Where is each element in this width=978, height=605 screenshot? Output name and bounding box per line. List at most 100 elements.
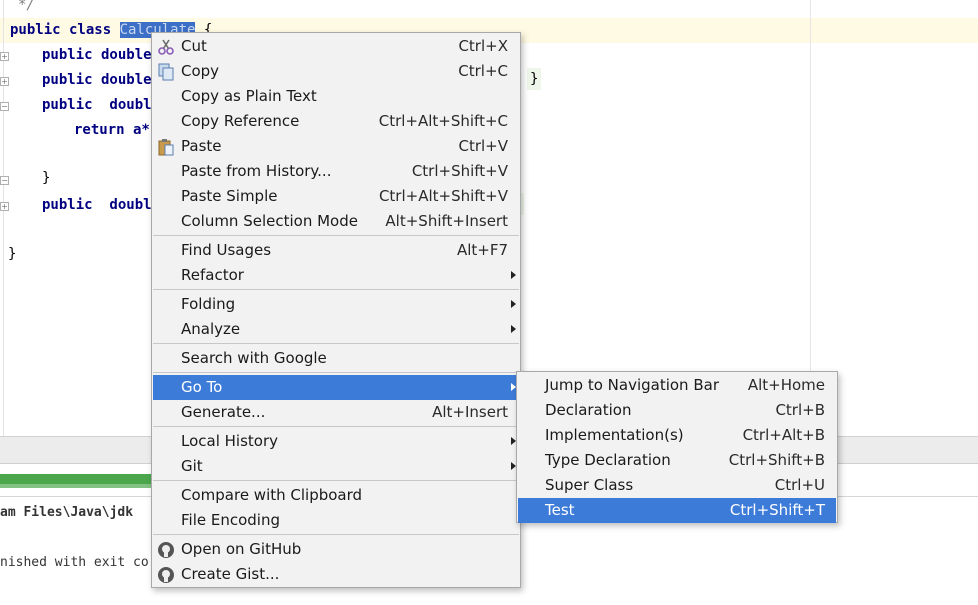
menu-shortcut: Alt+Insert [432, 403, 508, 421]
menu-shortcut: Ctrl+Alt+Shift+C [378, 112, 508, 130]
menu-label: Open on GitHub [181, 540, 302, 558]
menu-label: Copy [181, 62, 220, 80]
menu-label: Folding [181, 295, 236, 313]
menu-label: Cut [181, 37, 207, 55]
menu-label: Declaration [545, 401, 632, 419]
menu-item-column-selection-mode[interactable]: Column Selection Mode Alt+Shift+Insert [153, 209, 519, 234]
submenu-arrow-icon [511, 325, 516, 333]
menu-label: Copy Reference [181, 112, 300, 130]
menu-separator [153, 480, 519, 481]
code-line-method-1[interactable]: public double [42, 47, 152, 63]
menu-item-copy-reference[interactable]: Copy Reference Ctrl+Alt+Shift+C [153, 109, 519, 134]
menu-shortcut: Ctrl+V [458, 137, 508, 155]
menu-item-search-with-google[interactable]: Search with Google [153, 346, 519, 371]
submenu-arrow-icon [511, 300, 516, 308]
menu-item-copy[interactable]: Copy Ctrl+C [153, 59, 519, 84]
menu-item-copy-plain-text[interactable]: Copy as Plain Text [153, 84, 519, 109]
menu-item-cut[interactable]: Cut Ctrl+X [153, 34, 519, 59]
code-line-close-class: } [8, 246, 17, 262]
menu-item-generate[interactable]: Generate... Alt+Insert [153, 400, 519, 425]
menu-label: Jump to Navigation Bar [545, 376, 719, 394]
console-path-line: am Files\Java\jdk [0, 505, 134, 520]
submenu-item-super-class[interactable]: Super Class Ctrl+U [518, 473, 836, 498]
menu-item-git[interactable]: Git [153, 454, 519, 479]
menu-separator [153, 343, 519, 344]
code-line-close-method: } [42, 170, 51, 186]
menu-item-local-history[interactable]: Local History [153, 429, 519, 454]
closing-brace-highlight: } [527, 68, 541, 90]
copy-icon [158, 63, 174, 81]
menu-shortcut: Ctrl+Shift+B [728, 451, 825, 469]
menu-item-go-to[interactable]: Go To [153, 375, 519, 400]
menu-label: Paste Simple [181, 187, 278, 205]
menu-item-create-gist[interactable]: Create Gist... [153, 562, 519, 587]
paste-icon [158, 139, 174, 156]
menu-label: Implementation(s) [545, 426, 684, 444]
menu-label: Test [545, 501, 575, 519]
menu-label: Find Usages [181, 241, 272, 259]
menu-shortcut: Ctrl+Shift+V [411, 162, 508, 180]
goto-submenu: Jump to Navigation Bar Alt+Home Declarat… [516, 371, 838, 523]
menu-label: Compare with Clipboard [181, 486, 363, 504]
submenu-item-test[interactable]: Test Ctrl+Shift+T [518, 498, 836, 523]
fold-toggle-icon[interactable]: + [0, 77, 9, 86]
menu-separator [153, 235, 519, 236]
console-exit-line: nished with exit co [0, 555, 149, 570]
submenu-item-declaration[interactable]: Declaration Ctrl+B [518, 398, 836, 423]
menu-shortcut: Ctrl+Alt+Shift+V [378, 187, 508, 205]
menu-label: Type Declaration [545, 451, 671, 469]
menu-item-paste-simple[interactable]: Paste Simple Ctrl+Alt+Shift+V [153, 184, 519, 209]
code-line-method-2[interactable]: public double [42, 72, 152, 88]
code-comment-end: */ [18, 0, 35, 13]
menu-label: Column Selection Mode [181, 212, 358, 230]
menu-label: Git [181, 457, 203, 475]
class-keyword: public class [10, 22, 120, 38]
fold-toggle-icon[interactable]: + [0, 202, 9, 211]
fold-toggle-icon[interactable]: − [0, 176, 9, 185]
code-line-return[interactable]: return a* [74, 122, 150, 138]
menu-label: File Encoding [181, 511, 280, 529]
menu-item-analyze[interactable]: Analyze [153, 317, 519, 342]
menu-shortcut: Alt+Home [747, 376, 825, 394]
menu-shortcut: Ctrl+Shift+T [729, 501, 825, 519]
menu-item-paste-from-history[interactable]: Paste from History... Ctrl+Shift+V [153, 159, 519, 184]
menu-item-refactor[interactable]: Refactor [153, 263, 519, 288]
submenu-item-type-declaration[interactable]: Type Declaration Ctrl+Shift+B [518, 448, 836, 473]
menu-label: Analyze [181, 320, 241, 338]
menu-shortcut: Alt+Shift+Insert [385, 212, 508, 230]
code-line-method-3[interactable]: public doubl [42, 97, 152, 113]
menu-shortcut: Ctrl+C [458, 62, 508, 80]
return-statement: return a* [74, 122, 150, 138]
menu-label: Paste [181, 137, 222, 155]
menu-label: Create Gist... [181, 565, 280, 583]
gutter-divider [3, 0, 4, 436]
menu-separator [153, 426, 519, 427]
menu-label: Search with Google [181, 349, 327, 367]
menu-item-file-encoding[interactable]: File Encoding [153, 508, 519, 533]
submenu-item-jump-to-navigation-bar[interactable]: Jump to Navigation Bar Alt+Home [518, 373, 836, 398]
menu-label: Super Class [545, 476, 634, 494]
menu-item-folding[interactable]: Folding [153, 292, 519, 317]
menu-item-open-on-github[interactable]: Open on GitHub [153, 537, 519, 562]
submenu-item-implementations[interactable]: Implementation(s) Ctrl+Alt+B [518, 423, 836, 448]
github-icon [158, 542, 174, 558]
menu-label: Go To [181, 378, 223, 396]
run-progress-bar-lower [0, 484, 152, 488]
menu-label: Copy as Plain Text [181, 87, 317, 105]
menu-item-compare-with-clipboard[interactable]: Compare with Clipboard [153, 483, 519, 508]
menu-shortcut: Ctrl+X [458, 37, 508, 55]
menu-separator [153, 372, 519, 373]
fold-toggle-icon[interactable]: − [0, 102, 9, 111]
menu-label: Paste from History... [181, 162, 332, 180]
menu-shortcut: Ctrl+Alt+B [742, 426, 825, 444]
code-line-method-4[interactable]: public doubl [42, 197, 152, 213]
fold-toggle-icon[interactable]: + [0, 52, 9, 61]
submenu-arrow-icon [511, 271, 516, 279]
menu-label: Refactor [181, 266, 244, 284]
menu-shortcut: Alt+F7 [456, 241, 508, 259]
menu-label: Local History [181, 432, 279, 450]
github-icon [158, 567, 174, 583]
menu-item-paste[interactable]: Paste Ctrl+V [153, 134, 519, 159]
menu-separator [153, 534, 519, 535]
menu-item-find-usages[interactable]: Find Usages Alt+F7 [153, 238, 519, 263]
